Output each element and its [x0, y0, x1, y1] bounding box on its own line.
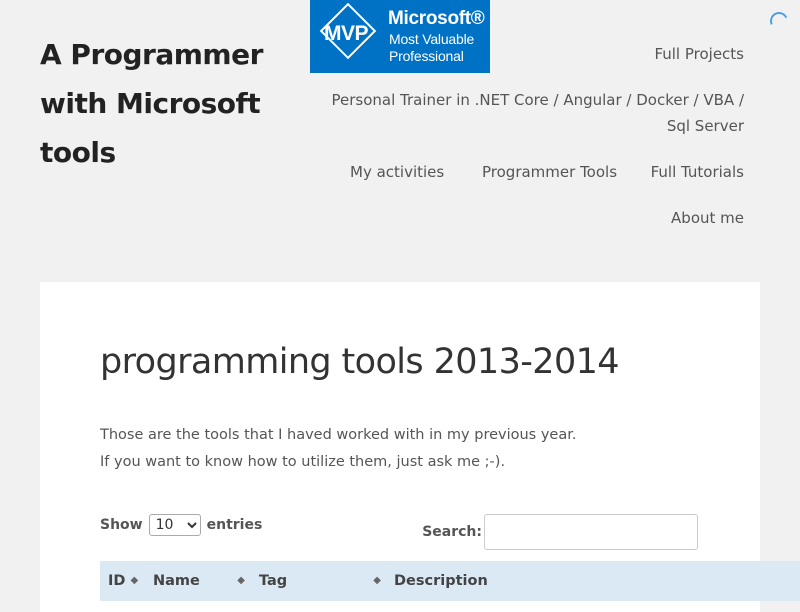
- column-label-id: ID: [108, 573, 126, 589]
- nav-personal-trainer[interactable]: Personal Trainer in .NET Core / Angular …: [314, 87, 745, 139]
- page-title: programming tools 2013-2014: [100, 342, 620, 382]
- intro-line-1: Those are the tools that I haved worked …: [100, 427, 577, 443]
- column-label-description: Description: [394, 573, 488, 589]
- mvp-badge[interactable]: MVP Microsoft® Most Valuable Professiona…: [310, 0, 490, 73]
- mvp-brand: Microsoft®: [388, 8, 485, 29]
- site-title[interactable]: A Programmer with Microsoft tools: [40, 30, 280, 177]
- page-length-select[interactable]: 10: [148, 514, 201, 536]
- search-label: Search:: [422, 524, 482, 540]
- sort-arrows-icon: ◆: [373, 575, 381, 586]
- mvp-diamond-text: MVP: [323, 22, 369, 45]
- column-header-name[interactable]: Name ◆: [153, 573, 245, 589]
- mvp-line-2: Professional: [389, 48, 464, 64]
- nav-full-tutorials[interactable]: Full Tutorials: [651, 159, 744, 185]
- page-length-control: Show 10 entries: [100, 514, 262, 536]
- intro-text: Those are the tools that I haved worked …: [100, 422, 700, 476]
- entries-label: entries: [206, 517, 263, 533]
- table-header: ID ◆ Name ◆ Tag ◆ Description: [100, 561, 800, 601]
- nav-full-projects[interactable]: Full Projects: [654, 41, 744, 67]
- search-input[interactable]: [484, 514, 698, 550]
- column-header-id[interactable]: ID ◆: [108, 573, 138, 589]
- intro-line-2: If you want to know how to utilize them,…: [100, 454, 506, 470]
- column-label-name: Name: [153, 573, 200, 589]
- nav-about-me[interactable]: About me: [671, 205, 744, 231]
- column-label-tag: Tag: [259, 573, 288, 589]
- loading-spinner-icon: [767, 9, 791, 33]
- column-header-description[interactable]: Description: [394, 573, 488, 589]
- sort-arrows-icon: ◆: [130, 575, 139, 586]
- table-search: Search:: [422, 514, 698, 550]
- nav-programmer-tools[interactable]: Programmer Tools: [482, 159, 617, 185]
- show-label: Show: [100, 517, 143, 533]
- column-header-tag[interactable]: Tag ◆: [259, 573, 381, 589]
- content-card: programming tools 2013-2014 Those are th…: [40, 282, 800, 612]
- mvp-line-1: Most Valuable: [389, 31, 475, 47]
- sort-arrows-icon: ◆: [237, 575, 245, 586]
- nav-my-activities[interactable]: My activities: [350, 159, 444, 185]
